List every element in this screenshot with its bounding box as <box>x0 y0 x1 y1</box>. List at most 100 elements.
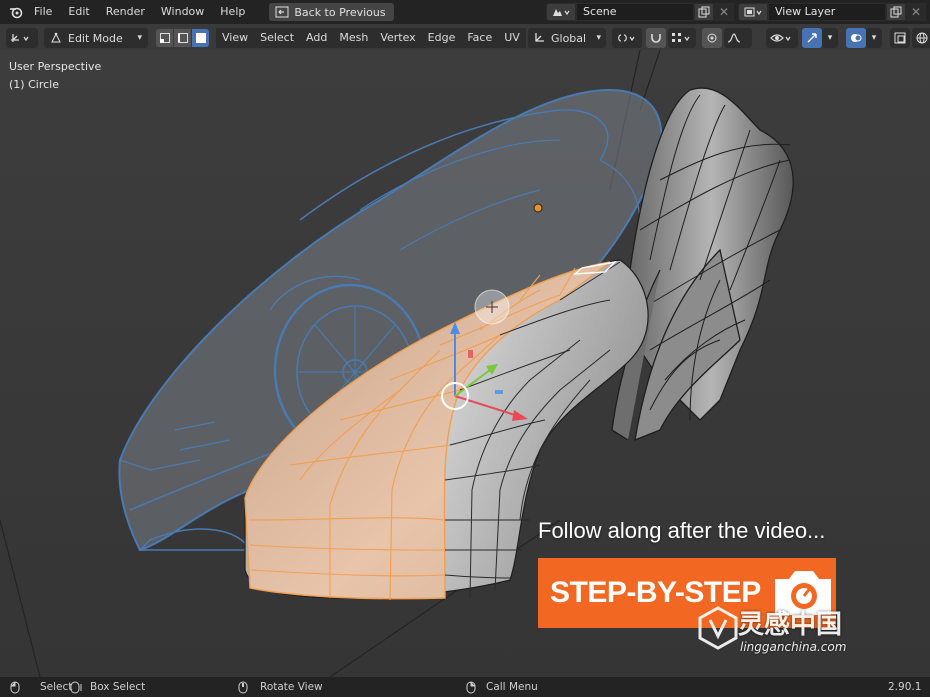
status-rotate-view-hint: Rotate View <box>238 677 323 697</box>
overlays-toggle[interactable] <box>846 28 866 48</box>
menu-view[interactable]: View <box>216 28 255 48</box>
vertex-select-button[interactable] <box>156 29 173 47</box>
object-origin-point <box>533 203 543 213</box>
status-select-hint: Select <box>10 677 72 697</box>
close-icon: ✕ <box>718 5 730 19</box>
snap-toggle[interactable] <box>646 28 666 48</box>
version-label: 2.90.1 <box>888 681 922 693</box>
status-call-menu-label: Call Menu <box>486 681 538 693</box>
mouse-right-icon <box>466 681 476 693</box>
mouse-drag-icon <box>70 681 82 693</box>
view-perspective-label: User Perspective <box>9 60 102 73</box>
back-to-previous-label: Back to Previous <box>294 5 386 19</box>
scene-browse-button[interactable] <box>546 3 576 21</box>
pivot-icon <box>618 34 635 42</box>
scene-icon <box>553 9 570 16</box>
menu-select[interactable]: Select <box>254 28 301 48</box>
menu-file[interactable]: File <box>26 0 60 24</box>
eye-icon <box>770 34 791 42</box>
mouse-left-icon <box>10 681 20 693</box>
mode-dropdown[interactable]: Edit Mode ▾ <box>44 28 148 48</box>
view-layer-name-field[interactable]: View Layer <box>768 3 886 21</box>
menu-face[interactable]: Face <box>461 28 499 48</box>
active-object-label: (1) Circle <box>9 78 59 91</box>
snap-target-dropdown[interactable] <box>668 28 696 48</box>
chevron-down-icon: ▾ <box>827 33 833 43</box>
gizmo-toggle[interactable] <box>802 28 822 48</box>
wireframe-shading-button[interactable] <box>912 28 930 48</box>
edge-select-icon <box>177 33 188 43</box>
face-select-button[interactable] <box>191 29 209 47</box>
face-select-icon <box>195 33 206 43</box>
scene-name-field[interactable]: Scene <box>576 3 694 21</box>
global-orientation-icon <box>535 33 544 42</box>
watermark-name: 灵感中国 <box>738 610 843 640</box>
vertex-select-icon <box>159 33 170 43</box>
pivot-point-dropdown[interactable] <box>612 28 642 48</box>
view-layer-browse-button[interactable] <box>738 3 768 21</box>
overlays-icon <box>851 34 862 42</box>
status-bar: Select Box Select Rotate View Call Menu … <box>0 677 930 697</box>
wireframe-sphere-icon <box>916 32 928 44</box>
proportional-edit-icon <box>707 33 717 43</box>
new-scene-button[interactable] <box>694 3 714 21</box>
chevron-down-icon: ▾ <box>871 33 877 43</box>
overlays-options-dropdown[interactable]: ▾ <box>866 28 882 48</box>
3d-cursor <box>474 289 510 325</box>
gizmo-options-dropdown[interactable]: ▾ <box>822 28 838 48</box>
duplicate-icon <box>890 6 902 18</box>
orientation-label: Global <box>551 31 587 45</box>
transform-orientation-dropdown[interactable]: Global ▾ <box>528 28 606 48</box>
edit-mode-icon <box>51 32 61 43</box>
blender-logo-icon[interactable] <box>6 0 26 24</box>
status-select-label: Select <box>40 681 73 693</box>
viewport-header: Edit Mode ▾ View Select Add Mesh Vertex … <box>0 26 930 50</box>
chevron-down-icon: ▾ <box>137 33 142 43</box>
back-to-previous-button[interactable]: Back to Previous <box>269 3 394 21</box>
visibility-dropdown[interactable] <box>766 28 798 48</box>
mouse-middle-icon <box>238 681 248 693</box>
edge-select-button[interactable] <box>173 29 191 47</box>
scene-selector: Scene ✕ <box>546 3 734 21</box>
xray-icon <box>894 32 906 44</box>
menu-vertex[interactable]: Vertex <box>374 28 422 48</box>
viewport-menus: View Select Add Mesh Vertex Edge Face UV <box>216 28 526 48</box>
top-menu-bar: File Edit Render Window Help Back to Pre… <box>0 0 930 24</box>
3d-viewport-icon <box>11 34 29 42</box>
watermark-logo-icon <box>698 606 738 650</box>
menu-render[interactable]: Render <box>98 0 153 24</box>
menu-uv[interactable]: UV <box>498 28 526 48</box>
status-rotate-view-label: Rotate View <box>260 681 323 693</box>
select-mode-toggle <box>156 29 209 47</box>
duplicate-icon <box>698 6 710 18</box>
menu-help[interactable]: Help <box>212 0 253 24</box>
status-call-menu-hint: Call Menu <box>466 677 538 697</box>
close-icon: ✕ <box>910 5 922 19</box>
menu-window[interactable]: Window <box>153 0 212 24</box>
back-icon <box>275 6 289 18</box>
menu-edge[interactable]: Edge <box>421 28 462 48</box>
magnet-icon <box>651 34 661 43</box>
editor-type-button[interactable] <box>6 28 38 48</box>
mode-label: Edit Mode <box>68 31 123 45</box>
view-layer-icon <box>744 7 762 17</box>
chevron-down-icon: ▾ <box>596 33 601 43</box>
delete-view-layer-button[interactable]: ✕ <box>906 3 926 21</box>
view-layer-selector: View Layer ✕ <box>738 3 926 21</box>
xray-toggle[interactable] <box>890 28 910 48</box>
promo-caption: Follow along after the video... <box>538 518 826 543</box>
delete-scene-button[interactable]: ✕ <box>714 3 734 21</box>
snap-increment-icon <box>672 33 690 42</box>
status-box-select-hint: Box Select <box>70 677 145 697</box>
status-box-select-label: Box Select <box>90 681 146 693</box>
proportional-editing-toggle[interactable] <box>702 28 722 48</box>
new-view-layer-button[interactable] <box>886 3 906 21</box>
step-by-step-label: STEP-BY-STEP <box>550 576 761 609</box>
watermark-url: lingganchina.com <box>740 640 847 654</box>
menu-edit[interactable]: Edit <box>60 0 97 24</box>
menu-add[interactable]: Add <box>300 28 334 48</box>
gizmo-icon <box>807 33 817 43</box>
falloff-curve-icon <box>727 33 741 43</box>
menu-mesh[interactable]: Mesh <box>333 28 375 48</box>
proportional-falloff-dropdown[interactable] <box>724 28 752 48</box>
